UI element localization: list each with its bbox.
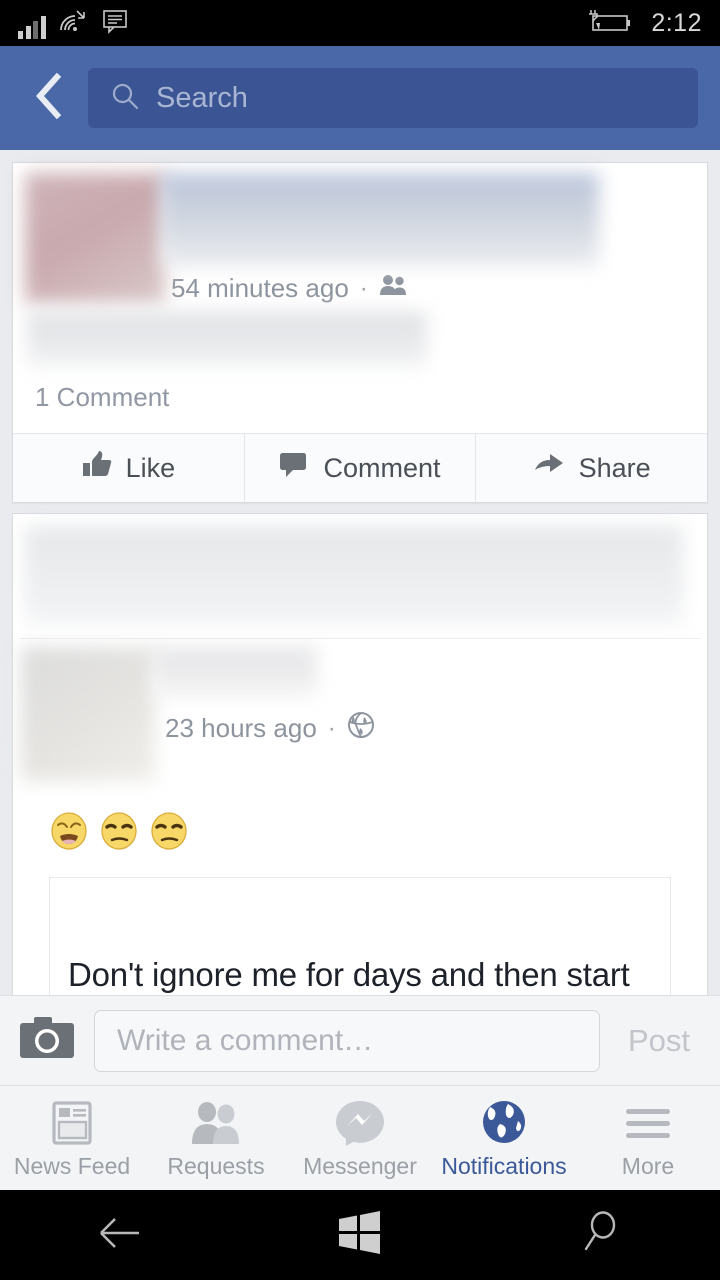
tab-label: More <box>621 1152 675 1179</box>
system-back-button[interactable] <box>0 1210 240 1261</box>
tab-label: Messenger <box>303 1152 417 1179</box>
hamburger-more-icon <box>620 1097 676 1149</box>
wifi-icon <box>59 8 89 39</box>
bottom-tab-bar: News Feed Requests Messenger Notificatio… <box>0 1085 720 1190</box>
weary-face-emoji <box>49 811 89 851</box>
news-feed-icon <box>46 1097 98 1149</box>
like-button[interactable]: Like <box>13 434 244 502</box>
unamused-face-emoji <box>149 811 189 851</box>
share-button[interactable]: Share <box>475 434 707 502</box>
post-body-redacted <box>27 312 427 366</box>
system-navigation-bar <box>0 1190 720 1280</box>
status-bar-clock: 2:12 <box>651 8 702 37</box>
comment-bubble-icon <box>279 451 309 486</box>
sms-message-icon <box>102 8 128 39</box>
battery-charging-icon <box>579 8 635 39</box>
comment-placeholder: Write a comment… <box>117 1023 374 1057</box>
post-card[interactable]: 54 minutes ago · 1 Comment Like Comment … <box>12 162 708 503</box>
post-meta: 23 hours ago · <box>153 697 707 746</box>
shared-story-redacted <box>25 526 683 624</box>
reaction-emoji-row <box>13 781 707 861</box>
tab-more[interactable]: More <box>576 1097 720 1180</box>
unamused-face-emoji <box>99 811 139 851</box>
avatar[interactable] <box>21 647 155 781</box>
signal-bars-icon <box>18 15 46 39</box>
like-label: Like <box>125 452 176 483</box>
comment-button[interactable]: Comment <box>243 434 476 502</box>
comment-label: Comment <box>323 452 441 483</box>
meta-separator: · <box>359 274 368 302</box>
post-card[interactable]: 23 hours ago · Don't ignore me for days … <box>12 513 708 995</box>
phone-screen: 2:12 Search 54 minutes ago · 1 Comment L… <box>0 0 720 1280</box>
post-meta: 54 minutes ago · <box>161 267 707 304</box>
globe-public-icon <box>347 711 375 746</box>
quote-image-card[interactable]: Don't ignore me for days and then start … <box>49 877 671 995</box>
windows-start-icon <box>335 1210 385 1261</box>
friend-requests-icon <box>188 1097 244 1149</box>
messenger-icon <box>335 1097 385 1149</box>
app-header: Search <box>0 46 720 150</box>
post-timestamp: 23 hours ago <box>165 713 317 743</box>
system-search-icon <box>575 1208 625 1263</box>
quote-text: Don't ignore me for days and then start … <box>68 956 630 993</box>
windows-start-button[interactable] <box>240 1210 480 1261</box>
os-status-bar: 2:12 <box>0 0 720 46</box>
share-label: Share <box>578 452 651 483</box>
tab-label: News Feed <box>13 1152 131 1179</box>
search-input[interactable]: Search <box>88 68 698 128</box>
author-name-redacted <box>153 647 317 697</box>
comment-count[interactable]: 1 Comment <box>13 366 707 433</box>
tab-messenger[interactable]: Messenger <box>288 1097 432 1180</box>
avatar[interactable] <box>25 173 165 303</box>
post-button[interactable]: Post <box>616 1023 702 1059</box>
tab-requests[interactable]: Requests <box>144 1097 288 1180</box>
search-icon <box>110 81 140 116</box>
comment-composer: Write a comment… Post <box>0 995 720 1085</box>
camera-icon[interactable] <box>18 1014 78 1067</box>
back-chevron-icon <box>32 72 66 125</box>
author-name-redacted <box>161 173 599 267</box>
post-timestamp: 54 minutes ago <box>171 273 349 303</box>
system-back-arrow-icon <box>89 1210 151 1261</box>
tab-label: Requests <box>167 1152 265 1179</box>
globe-notifications-icon <box>480 1097 528 1149</box>
back-button[interactable] <box>20 69 78 127</box>
search-placeholder: Search <box>156 81 248 114</box>
meta-separator: · <box>327 714 336 742</box>
news-feed-scroll[interactable]: 54 minutes ago · 1 Comment Like Comment … <box>0 150 720 995</box>
comment-input[interactable]: Write a comment… <box>94 1009 600 1072</box>
tab-notifications[interactable]: Notifications <box>432 1097 576 1180</box>
post-action-bar: Like Comment Share <box>13 433 707 502</box>
thumbs-up-icon <box>82 450 112 487</box>
tab-label: Notifications <box>441 1152 567 1179</box>
friends-icon <box>379 273 409 304</box>
system-search-button[interactable] <box>480 1208 720 1263</box>
share-arrow-icon <box>533 452 565 485</box>
tab-news-feed[interactable]: News Feed <box>0 1097 144 1180</box>
